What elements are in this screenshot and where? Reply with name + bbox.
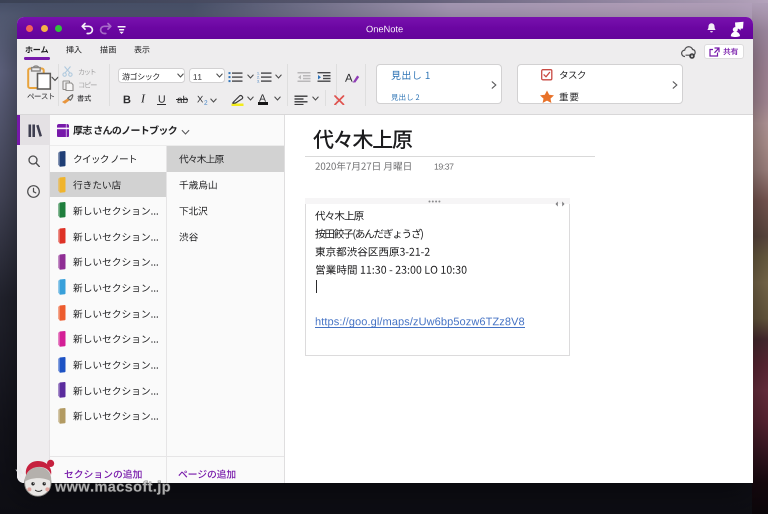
svg-text:3.: 3. xyxy=(257,79,260,82)
